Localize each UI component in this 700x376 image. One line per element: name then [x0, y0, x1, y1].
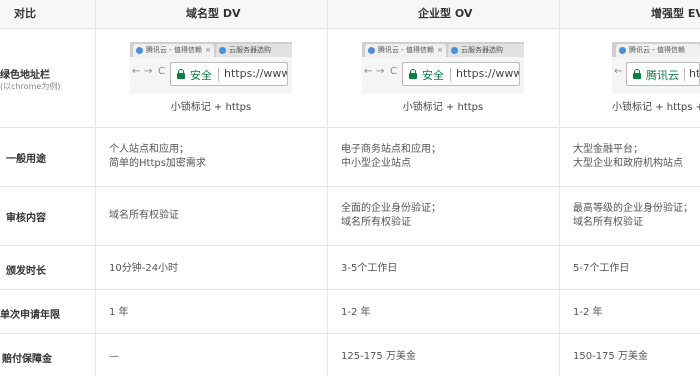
cloud-icon: [368, 47, 375, 54]
cell-years-dv: 1 年: [109, 307, 129, 318]
row-label-warranty: 赔付保障金: [2, 354, 52, 365]
cell-line: 个人站点和应用；: [109, 144, 189, 155]
secure-label: 安全: [422, 69, 444, 82]
column-divider: [95, 0, 96, 376]
cell-warranty-dv: —: [109, 351, 119, 362]
browser-tab-active: 腾讯云 - 值得信赖: [616, 44, 700, 57]
address-bar: 腾讯云 https://: [626, 62, 700, 86]
cell-warranty-ov: 125-175 万美金: [341, 351, 416, 362]
lock-icon: [177, 69, 185, 79]
cell-line: 域名所有权验证: [341, 217, 411, 228]
browser-tab-inactive: 云服务器选购: [216, 44, 292, 57]
cell-audit-ev: 最高等级的企业身份验证； 域名所有权验证: [573, 202, 693, 230]
comparison-table: 对比 域名型 DV 企业型 OV 增强型 EV 绿色地址栏 (以chrome为例…: [0, 0, 700, 376]
table-header-row: [0, 0, 700, 28]
cell-audit-ov: 全面的企业身份验证； 域名所有权验证: [341, 202, 441, 230]
forward-icon: →: [144, 66, 153, 77]
url-text: https://www: [224, 67, 288, 80]
url-separator: [218, 68, 219, 81]
browser-mock-ev: 腾讯云 - 值得信赖 ← 腾讯云 https://: [612, 42, 700, 94]
row-label-address-bar: 绿色地址栏: [0, 70, 50, 81]
row-divider: [0, 28, 700, 29]
tab-title: 云服务器选购: [229, 46, 271, 54]
row-sublabel-address-bar: (以chrome为例): [0, 82, 61, 91]
row-divider: [0, 186, 700, 187]
address-bar: 安全 https://www: [170, 62, 288, 86]
cloud-icon: [451, 47, 458, 54]
cell-usage-ov: 电子商务站点和应用； 中小型企业站点: [341, 143, 441, 171]
address-bar: 安全 https://www: [402, 62, 520, 86]
cell-line: 简单的Https加密需求: [109, 158, 206, 169]
row-divider: [0, 333, 700, 334]
browser-mock-dv: 腾讯云 - 值得信赖 × 云服务器选购 ← → C 安全 https://www: [130, 42, 292, 94]
tab-title: 腾讯云 - 值得信赖: [629, 46, 685, 54]
row-label-years: 单次申请年限: [0, 310, 60, 321]
nav-bar: ← 腾讯云 https://: [612, 57, 700, 94]
header-ev: 增强型 EV: [651, 7, 700, 20]
caption-dv: 小锁标记 + https: [170, 102, 252, 113]
header-compare: 对比: [14, 7, 36, 20]
url-separator: [450, 68, 451, 81]
url-text: https://www: [456, 67, 520, 80]
secure-label: 腾讯云: [646, 69, 679, 82]
header-ov: 企业型 OV: [418, 7, 473, 20]
cell-issue-ev: 5-7个工作日: [573, 263, 630, 274]
url-text: https://: [689, 67, 700, 80]
cell-years-ev: 1-2 年: [573, 307, 603, 318]
back-icon: ←: [614, 66, 623, 77]
row-label-audit: 审核内容: [6, 213, 46, 224]
back-icon: ←: [132, 66, 141, 77]
url-separator: [684, 68, 685, 81]
row-divider: [0, 127, 700, 128]
cell-line: 最高等级的企业身份验证；: [573, 203, 693, 214]
cell-usage-dv: 个人站点和应用； 简单的Https加密需求: [109, 143, 206, 171]
browser-tab-inactive: 云服务器选购: [448, 44, 524, 57]
cloud-icon: [219, 47, 226, 54]
column-divider: [327, 0, 328, 376]
cell-line: 电子商务站点和应用；: [341, 144, 441, 155]
tab-title: 云服务器选购: [461, 46, 503, 54]
browser-tab-active: 腾讯云 - 值得信赖 ×: [365, 44, 446, 57]
cell-years-ov: 1-2 年: [341, 307, 371, 318]
row-divider: [0, 289, 700, 290]
cloud-icon: [619, 47, 626, 54]
cell-line: 全面的企业身份验证；: [341, 203, 441, 214]
cell-usage-ev: 大型金融平台； 大型企业和政府机构站点: [573, 143, 683, 171]
cell-line: 域名所有权验证: [573, 217, 643, 228]
cell-warranty-ev: 150-175 万美金: [573, 351, 648, 362]
secure-label: 安全: [190, 69, 212, 82]
browser-tab-active: 腾讯云 - 值得信赖 ×: [133, 44, 214, 57]
caption-ov: 小锁标记 + https: [402, 102, 484, 113]
nav-bar: ← → C 安全 https://www: [362, 57, 524, 94]
reload-icon: C: [158, 66, 165, 77]
browser-mock-ov: 腾讯云 - 值得信赖 × 云服务器选购 ← → C 安全 https://www: [362, 42, 524, 94]
header-dv: 域名型 DV: [186, 7, 241, 20]
tab-title: 腾讯云 - 值得信赖: [378, 46, 434, 54]
cell-line: 大型企业和政府机构站点: [573, 158, 683, 169]
column-divider: [559, 0, 560, 376]
close-icon: ×: [437, 46, 443, 54]
caption-ev: 小锁标记 + https + 公: [612, 102, 700, 113]
cell-issue-dv: 10分钟-24小时: [109, 263, 179, 274]
sublabel-text: 以chrome为例: [3, 82, 58, 91]
cell-issue-ov: 3-5个工作日: [341, 263, 398, 274]
row-divider: [0, 245, 700, 246]
cell-line: 中小型企业站点: [341, 158, 411, 169]
reload-icon: C: [390, 66, 397, 77]
lock-icon: [633, 69, 641, 79]
nav-bar: ← → C 安全 https://www: [130, 57, 292, 94]
row-label-issue-time: 颁发时长: [6, 266, 46, 277]
close-icon: ×: [205, 46, 211, 54]
lock-icon: [409, 69, 417, 79]
forward-icon: →: [376, 66, 385, 77]
back-icon: ←: [364, 66, 373, 77]
tab-title: 腾讯云 - 值得信赖: [146, 46, 202, 54]
cell-audit-dv: 域名所有权验证: [109, 209, 179, 223]
cloud-icon: [136, 47, 143, 54]
cell-line: 域名所有权验证: [109, 210, 179, 221]
cell-line: 大型金融平台；: [573, 144, 643, 155]
row-label-usage: 一般用途: [6, 154, 46, 165]
